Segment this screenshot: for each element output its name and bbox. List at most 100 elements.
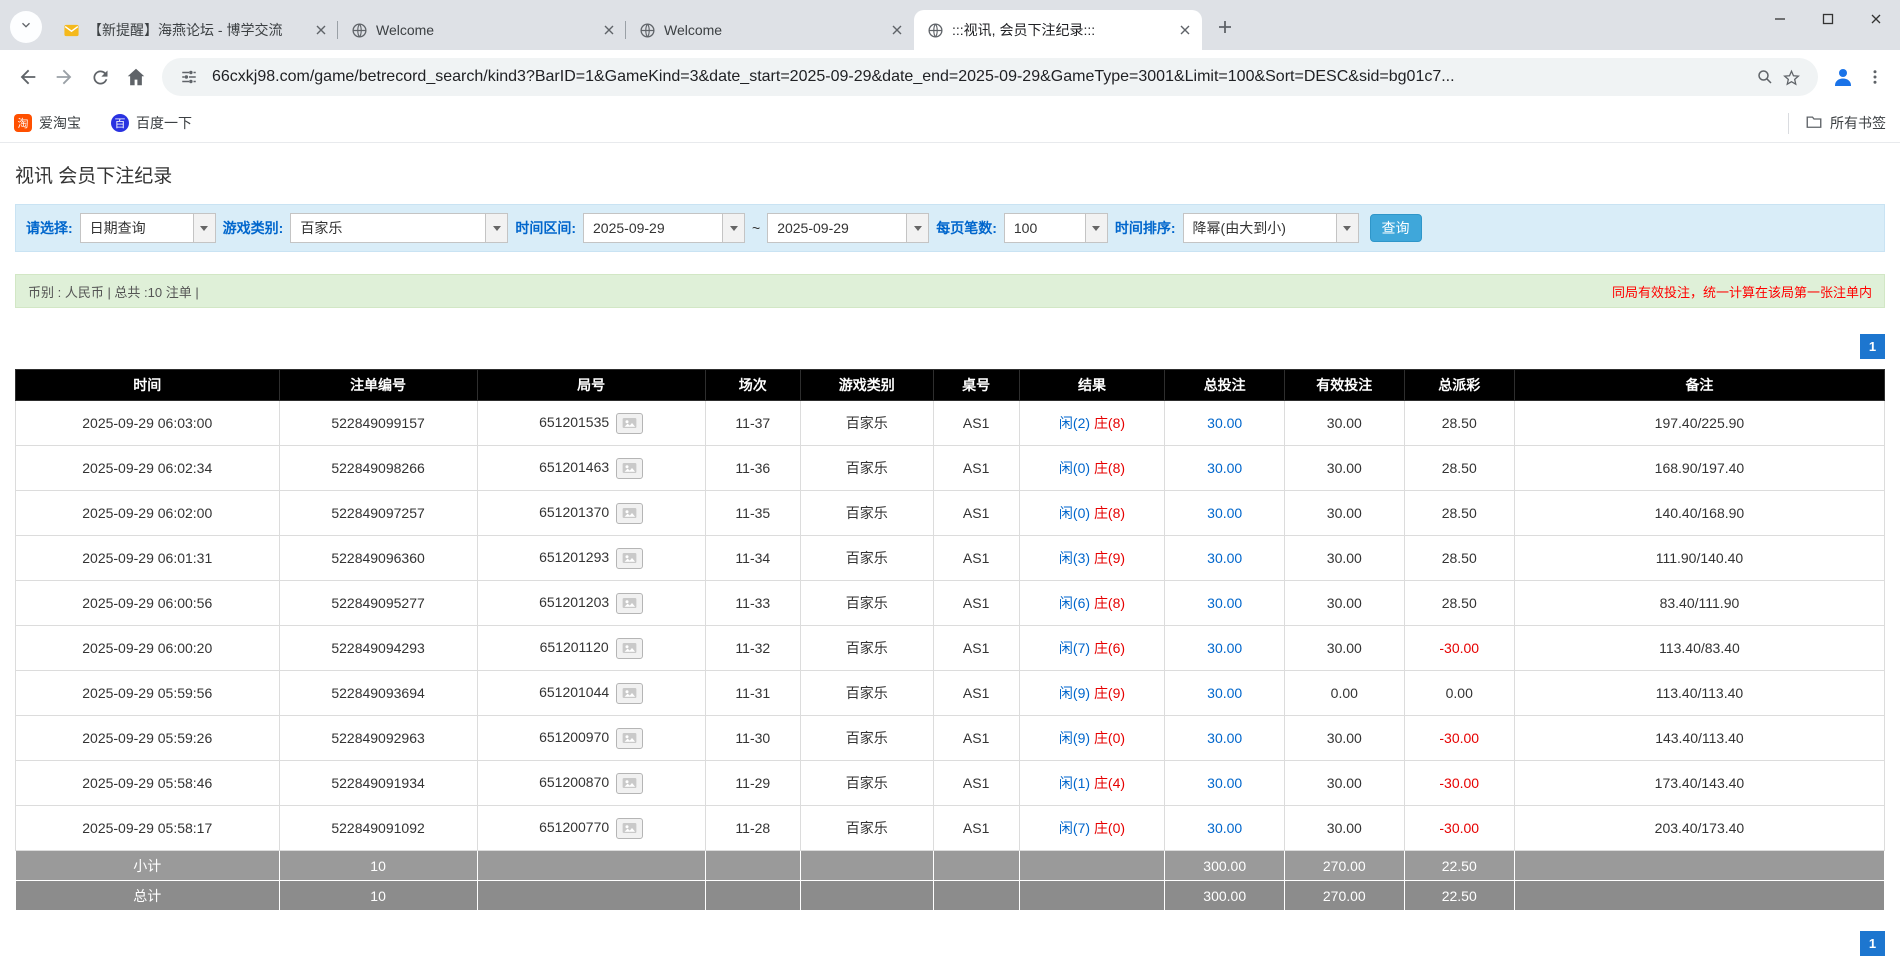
banker-result: 庄(4) — [1094, 775, 1125, 791]
bookmark-star-icon[interactable] — [1778, 64, 1804, 90]
total-bet-cell: 30.00 — [1165, 491, 1285, 536]
total-bet-link[interactable]: 30.00 — [1207, 685, 1242, 701]
tab-title: 【新提醒】海燕论坛 - 博学交流 — [88, 20, 304, 40]
game-type: 百家乐 — [800, 401, 933, 446]
video-replay-icon[interactable] — [616, 413, 643, 434]
total-bet-link[interactable]: 30.00 — [1207, 820, 1242, 836]
tab-welcome-1[interactable]: Welcome — [338, 10, 626, 50]
tab-strip: 【新提醒】海燕论坛 - 博学交流 Welcome Welcome :::视讯, … — [0, 0, 1900, 50]
minimize-button[interactable] — [1756, 0, 1804, 38]
result-cell: 闲(6) 庄(8) — [1019, 581, 1165, 626]
video-replay-icon[interactable] — [616, 593, 643, 614]
bookmark-baidu[interactable]: 百 百度一下 — [111, 113, 192, 133]
video-replay-icon[interactable] — [616, 683, 643, 704]
total-bet-link[interactable]: 30.00 — [1207, 730, 1242, 746]
date-range-label: 时间区间: — [515, 218, 576, 238]
video-replay-icon[interactable] — [616, 773, 643, 794]
tab-bet-records[interactable]: :::视讯, 会员下注纪录::: — [914, 10, 1202, 50]
dropdown-arrow-icon[interactable] — [485, 214, 507, 242]
query-type-label: 请选择: — [26, 218, 73, 238]
total-bet-link[interactable]: 30.00 — [1207, 775, 1242, 791]
sort-select[interactable]: 降幂(由大到小) — [1183, 213, 1359, 243]
page-number-button[interactable]: 1 — [1860, 334, 1885, 359]
table-row: 2025-09-29 06:02:34 522849098266 6512014… — [16, 446, 1885, 491]
total-bet-link[interactable]: 30.00 — [1207, 505, 1242, 521]
note: 113.40/83.40 — [1514, 626, 1884, 671]
info-notice: 同局有效投注，统一计算在该局第一张注单内 — [1612, 282, 1872, 301]
total-bet-cell: 30.00 — [1165, 536, 1285, 581]
tab-close-icon[interactable] — [600, 21, 618, 39]
all-bookmarks-button[interactable]: 所有书签 — [1788, 113, 1886, 134]
table-number: AS1 — [933, 401, 1019, 446]
tab-close-icon[interactable] — [888, 21, 906, 39]
round-id: 651201370 — [539, 504, 609, 520]
game-type-select[interactable]: 百家乐 — [290, 213, 508, 243]
video-replay-icon[interactable] — [616, 503, 643, 524]
new-tab-button[interactable] — [1210, 14, 1240, 44]
date-end-input[interactable]: 2025-09-29 — [767, 213, 929, 243]
tab-close-icon[interactable] — [1176, 21, 1194, 39]
back-button[interactable] — [10, 59, 46, 95]
forward-button[interactable] — [46, 59, 82, 95]
bookmark-taobao[interactable]: 淘 爱淘宝 — [14, 113, 81, 133]
subtotal-valid-bet: 270.00 — [1285, 851, 1405, 881]
total-bet-link[interactable]: 30.00 — [1207, 640, 1242, 656]
page-size-select[interactable]: 100 — [1004, 213, 1108, 243]
dropdown-arrow-icon[interactable] — [193, 214, 215, 242]
site-info-icon[interactable] — [176, 64, 202, 90]
home-button[interactable] — [118, 59, 154, 95]
column-header: 时间 — [16, 370, 280, 401]
close-button[interactable] — [1852, 0, 1900, 38]
page-title: 视讯 会员下注纪录 — [15, 161, 1885, 188]
total-bet-link[interactable]: 30.00 — [1207, 460, 1242, 476]
session: 11-30 — [705, 716, 800, 761]
game-type-label: 游戏类别: — [223, 218, 284, 238]
total-bet-cell: 30.00 — [1165, 446, 1285, 491]
reload-button[interactable] — [82, 59, 118, 95]
total-bet-link[interactable]: 30.00 — [1207, 415, 1242, 431]
tab-welcome-2[interactable]: Welcome — [626, 10, 914, 50]
query-type-select[interactable]: 日期查询 — [80, 213, 216, 243]
video-replay-icon[interactable] — [616, 728, 643, 749]
bet-records-table: 时间 注单编号 局号 场次 游戏类别 桌号 结果 总投注 有效投注 总派彩 备注… — [15, 369, 1885, 911]
session: 11-28 — [705, 806, 800, 851]
profile-icon[interactable] — [1826, 60, 1860, 94]
url-bar[interactable]: 66cxkj98.com/game/betrecord_search/kind3… — [162, 58, 1818, 96]
page-number-button[interactable]: 1 — [1860, 931, 1885, 956]
result-cell: 闲(0) 庄(8) — [1019, 491, 1165, 536]
total-bet-link[interactable]: 30.00 — [1207, 550, 1242, 566]
subtotal-label: 小计 — [16, 851, 280, 881]
video-replay-icon[interactable] — [616, 458, 643, 479]
bet-id: 522849091934 — [279, 761, 477, 806]
session: 11-37 — [705, 401, 800, 446]
result-cell: 闲(9) 庄(9) — [1019, 671, 1165, 716]
valid-bet: 0.00 — [1285, 671, 1405, 716]
player-result: 闲(7) — [1059, 820, 1090, 836]
video-replay-icon[interactable] — [616, 638, 643, 659]
total-bet-cell: 30.00 — [1165, 671, 1285, 716]
tab-forum[interactable]: 【新提醒】海燕论坛 - 博学交流 — [50, 10, 338, 50]
table-number: AS1 — [933, 626, 1019, 671]
table-row: 2025-09-29 06:00:56 522849095277 6512012… — [16, 581, 1885, 626]
table-number: AS1 — [933, 491, 1019, 536]
dropdown-arrow-icon[interactable] — [1336, 214, 1358, 242]
date-start-input[interactable]: 2025-09-29 — [583, 213, 745, 243]
total-bet-link[interactable]: 30.00 — [1207, 595, 1242, 611]
search-button[interactable]: 查询 — [1370, 214, 1422, 242]
tab-search-button[interactable] — [10, 11, 42, 43]
dropdown-arrow-icon[interactable] — [722, 214, 744, 242]
menu-icon[interactable] — [1860, 60, 1890, 94]
payout: 28.50 — [1404, 536, 1514, 581]
url-text[interactable]: 66cxkj98.com/game/betrecord_search/kind3… — [212, 68, 1752, 86]
maximize-button[interactable] — [1804, 0, 1852, 38]
valid-bet: 30.00 — [1285, 446, 1405, 491]
dropdown-arrow-icon[interactable] — [906, 214, 928, 242]
tab-close-icon[interactable] — [312, 21, 330, 39]
bet-time: 2025-09-29 05:58:46 — [16, 761, 280, 806]
zoom-icon[interactable] — [1752, 64, 1778, 90]
video-replay-icon[interactable] — [616, 818, 643, 839]
dropdown-arrow-icon[interactable] — [1085, 214, 1107, 242]
result-cell: 闲(1) 庄(4) — [1019, 761, 1165, 806]
video-replay-icon[interactable] — [616, 548, 643, 569]
game-type: 百家乐 — [800, 806, 933, 851]
